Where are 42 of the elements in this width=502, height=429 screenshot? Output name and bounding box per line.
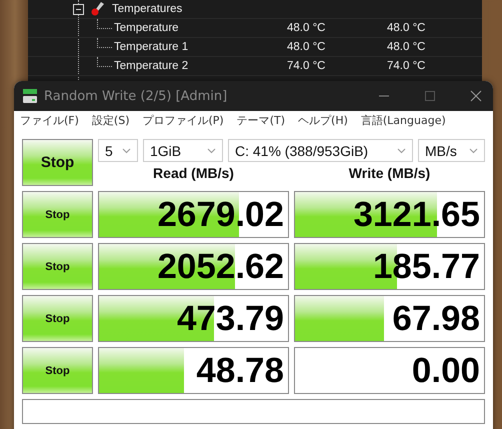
column-header: Read (MB/s) bbox=[152, 165, 235, 181]
sensor-max: 48.0 °C bbox=[387, 22, 426, 34]
drive-dropdown[interactable]: C: 41% (388/953GiB) bbox=[228, 139, 413, 162]
sensor-value: 48.0 °C bbox=[287, 41, 326, 53]
stop-button[interactable]: Stop bbox=[22, 295, 93, 342]
sensor-name[interactable]: Temperature 2 bbox=[114, 60, 188, 72]
stop-button[interactable]: Stop bbox=[22, 139, 93, 186]
size-dropdown[interactable]: 1GiB bbox=[143, 139, 223, 162]
sensor-max: 48.0 °C bbox=[387, 41, 426, 53]
close-icon[interactable] bbox=[470, 90, 482, 102]
menu-item[interactable]: プロファイル(P) bbox=[142, 113, 224, 128]
tree-item-label[interactable]: Temperatures bbox=[112, 3, 182, 15]
result-value: 48.78 bbox=[196, 351, 284, 391]
result-value: 0.00 bbox=[412, 351, 480, 391]
caret-icon[interactable] bbox=[207, 148, 216, 154]
menu-item[interactable]: テーマ(T) bbox=[236, 113, 286, 128]
result-value: 473.79 bbox=[176, 299, 284, 339]
caret-icon[interactable] bbox=[122, 148, 131, 154]
collapse-icon[interactable] bbox=[73, 4, 84, 14]
menu-item[interactable]: 設定(S) bbox=[92, 113, 130, 128]
caret-icon[interactable] bbox=[397, 148, 406, 154]
menu-item[interactable]: 言語(Language) bbox=[360, 113, 446, 128]
sensor-max: 74.0 °C bbox=[387, 60, 426, 72]
stop-button[interactable]: Stop bbox=[22, 243, 93, 290]
stop-button[interactable]: Stop bbox=[22, 347, 93, 394]
column-header: Write (MB/s) bbox=[348, 165, 432, 181]
stop-button[interactable]: Stop bbox=[22, 191, 93, 238]
result-value: 185.77 bbox=[372, 247, 480, 287]
menu-item[interactable]: ファイル(F) bbox=[20, 113, 79, 128]
sensor-value: 74.0 °C bbox=[287, 60, 326, 72]
thermometer-icon bbox=[90, 1, 106, 17]
disk-icon bbox=[22, 88, 38, 104]
count-dropdown[interactable]: 5 bbox=[98, 139, 138, 162]
caret-icon[interactable] bbox=[469, 148, 478, 154]
menu-item[interactable]: ヘルプ(H) bbox=[298, 113, 348, 128]
sensor-name[interactable]: Temperature 1 bbox=[114, 41, 188, 53]
sensor-name[interactable]: Temperature bbox=[114, 22, 179, 34]
unit-dropdown[interactable]: MB/s bbox=[418, 139, 485, 162]
result-value: 67.98 bbox=[392, 299, 480, 339]
sensor-value: 48.0 °C bbox=[287, 22, 326, 34]
maximize-icon[interactable] bbox=[424, 90, 436, 102]
window-title: Random Write (2/5) [Admin] bbox=[44, 88, 228, 104]
